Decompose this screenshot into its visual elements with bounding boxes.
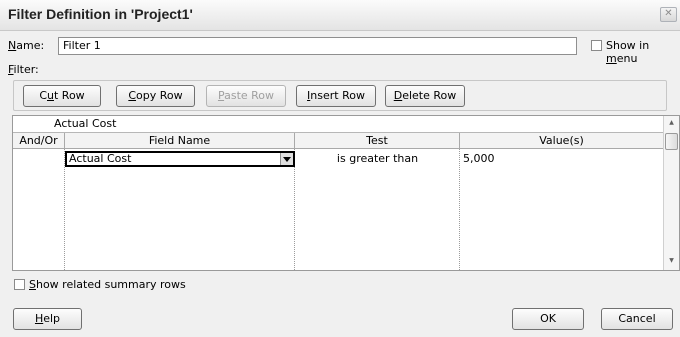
column-and-or — [13, 149, 65, 270]
show-summary-rows-label: Show related summary rows — [29, 278, 186, 291]
column-header-field-name[interactable]: Field Name — [65, 133, 295, 149]
filter-label: Filter: — [8, 63, 39, 76]
grid-scrollbar[interactable]: ▲ ▼ — [663, 116, 679, 270]
show-in-menu-checkbox[interactable] — [591, 40, 602, 51]
close-icon[interactable]: ✕ — [660, 7, 677, 22]
column-test — [295, 149, 460, 270]
cancel-button[interactable]: Cancel — [601, 308, 673, 330]
filter-grid[interactable]: Actual Cost And/Or Field Name Test Value… — [12, 115, 680, 271]
show-in-menu-label: Show in menu — [606, 39, 650, 65]
window-title: Filter Definition in 'Project1' — [8, 6, 193, 22]
ok-button[interactable]: OK — [512, 308, 584, 330]
value-cell[interactable]: 5,000 — [463, 152, 495, 166]
name-label: Name: — [8, 39, 45, 52]
paste-row-button[interactable]: Paste Row — [206, 85, 286, 107]
cell-edit-box[interactable]: Actual Cost — [13, 116, 664, 133]
name-input[interactable]: Filter 1 — [58, 37, 577, 55]
test-cell[interactable]: is greater than — [295, 152, 460, 166]
delete-row-button[interactable]: Delete Row — [385, 85, 465, 107]
insert-row-button[interactable]: Insert Row — [296, 85, 376, 107]
copy-row-button[interactable]: Copy Row — [116, 85, 195, 107]
scrollbar-thumb[interactable] — [665, 133, 678, 150]
field-name-dropdown[interactable]: Actual Cost — [65, 151, 295, 167]
title-bar: Filter Definition in 'Project1' ✕ — [0, 0, 680, 31]
chevron-down-icon[interactable] — [280, 153, 293, 165]
column-field-name — [65, 149, 295, 270]
scroll-up-icon[interactable]: ▲ — [664, 116, 679, 130]
scroll-down-icon[interactable]: ▼ — [664, 254, 679, 268]
show-summary-rows-checkbox[interactable] — [14, 279, 25, 290]
column-header-and-or[interactable]: And/Or — [13, 133, 65, 149]
column-header-test[interactable]: Test — [295, 133, 460, 149]
cut-row-button[interactable]: Cut Row — [23, 85, 101, 107]
field-name-value: Actual Cost — [69, 152, 132, 165]
help-button[interactable]: Help — [13, 308, 82, 330]
column-header-values[interactable]: Value(s) — [460, 133, 664, 149]
